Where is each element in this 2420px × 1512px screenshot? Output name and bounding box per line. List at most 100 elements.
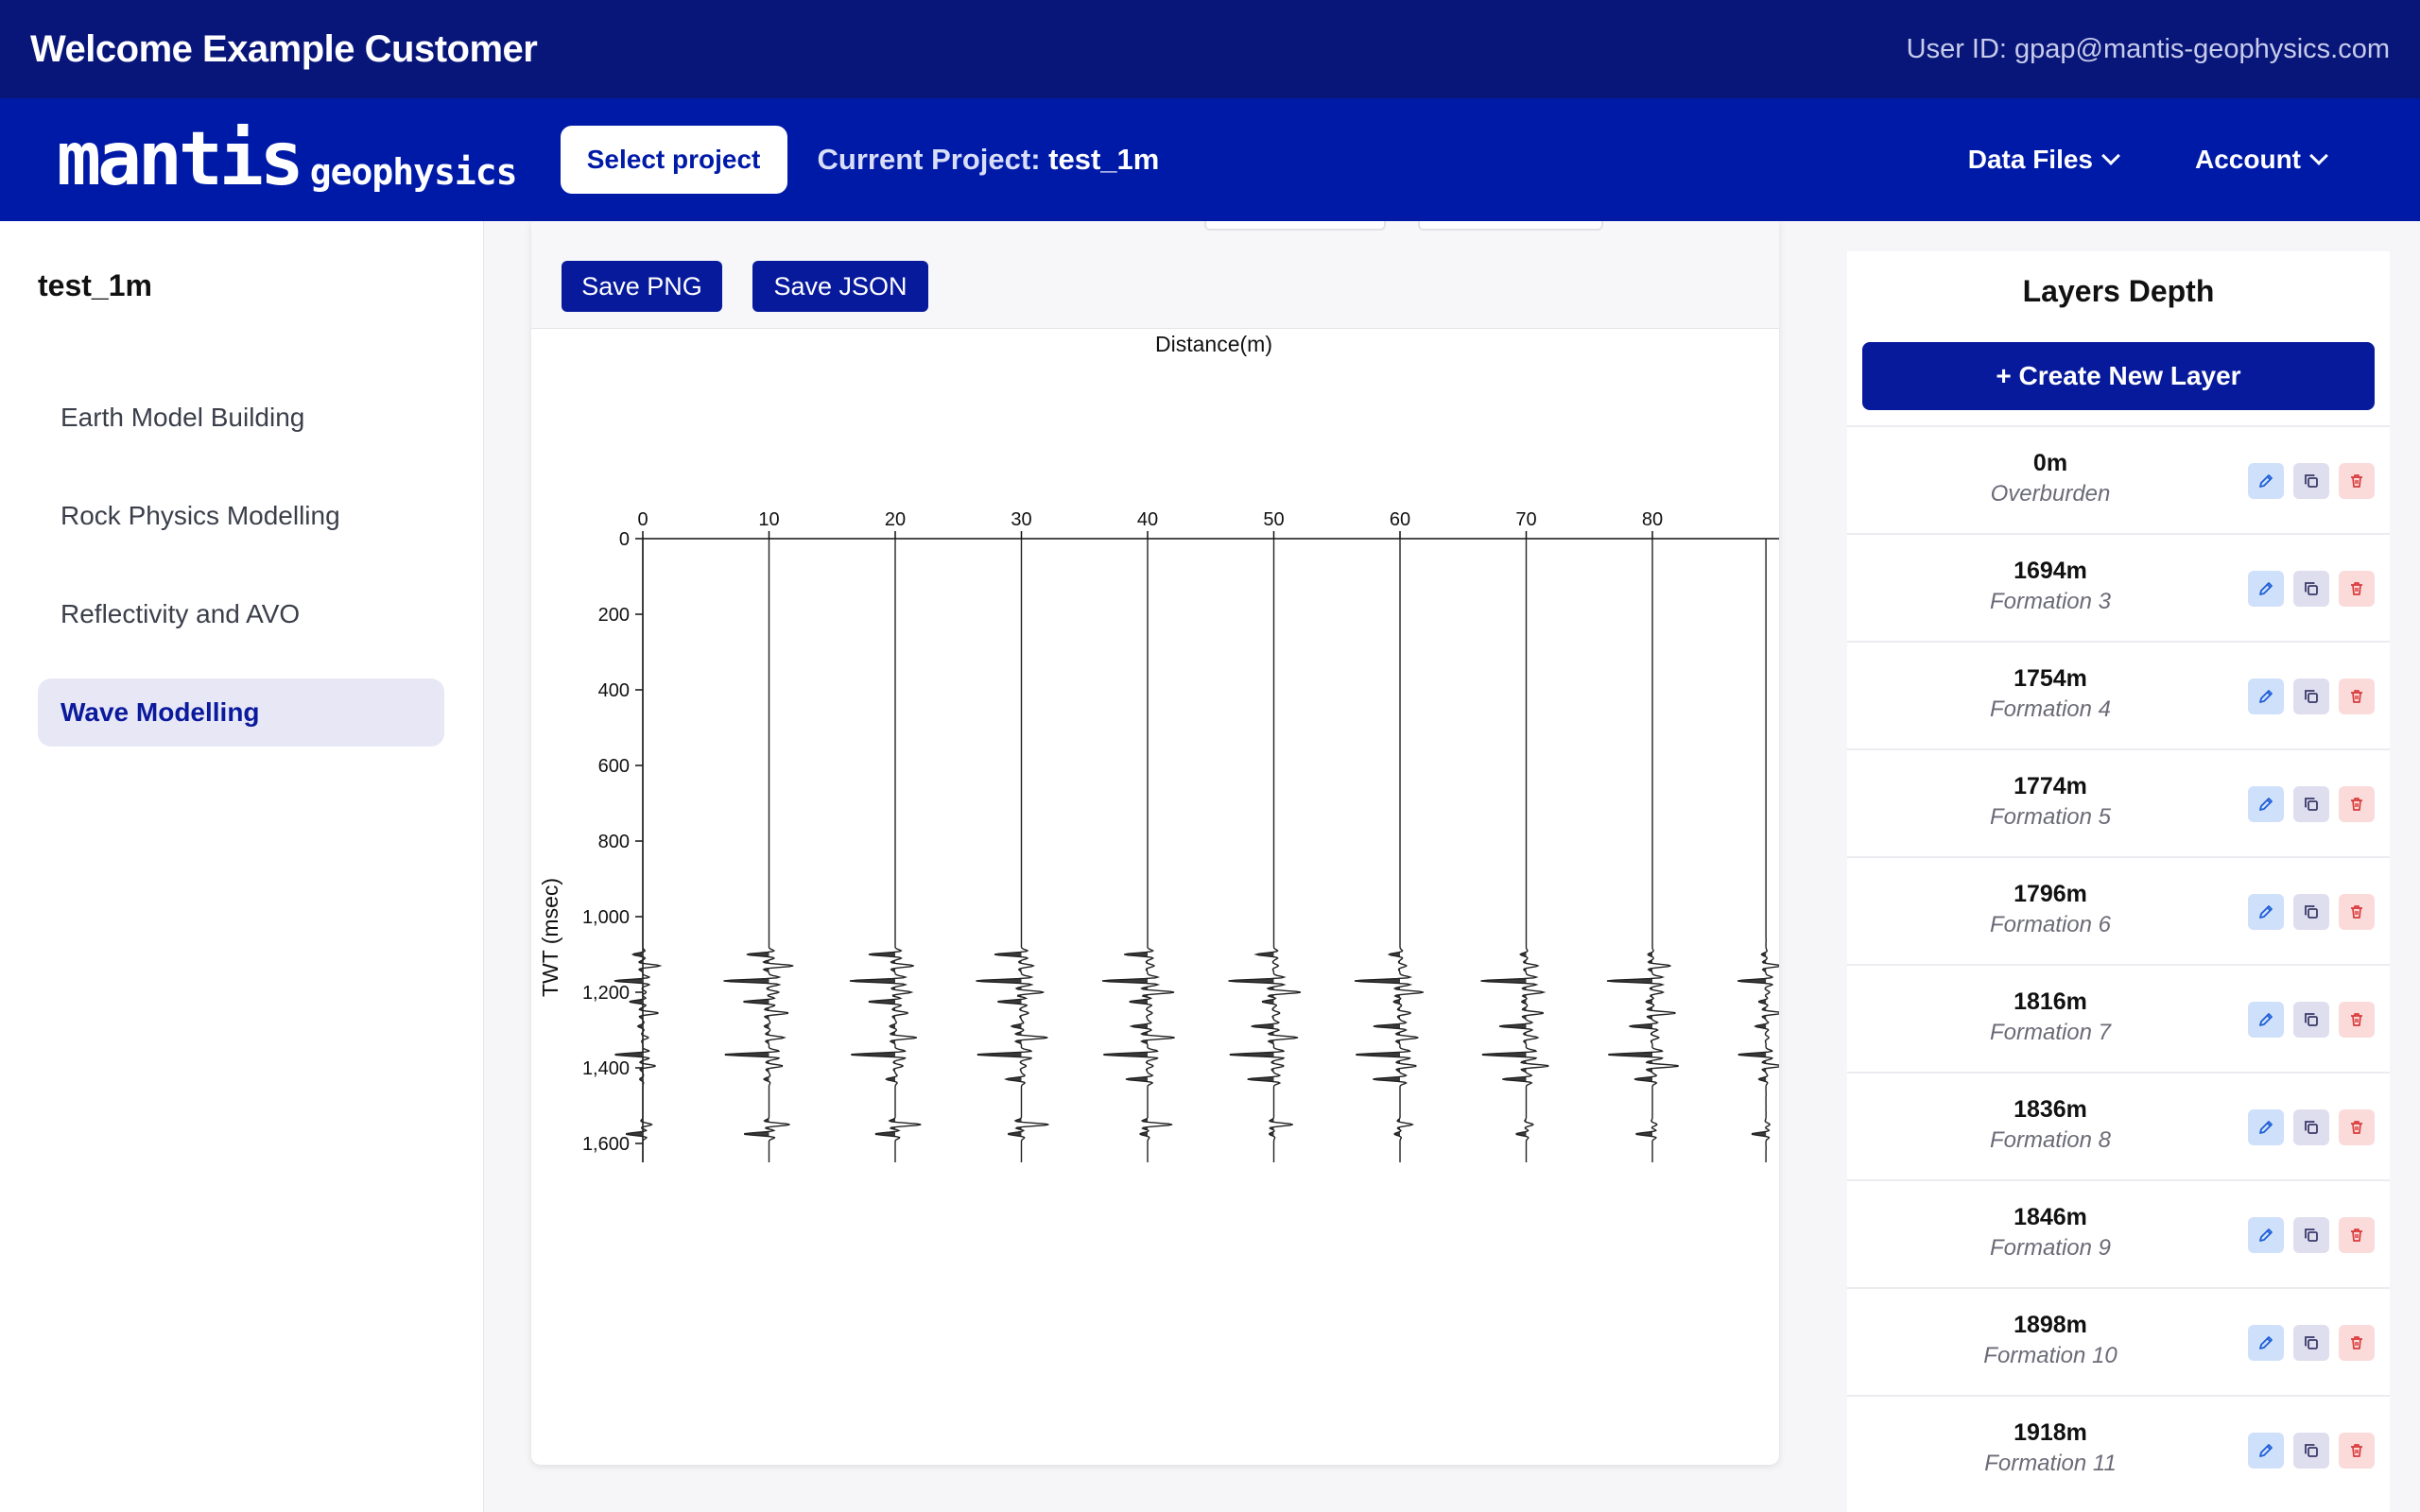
pencil-icon[interactable] [2248, 1109, 2284, 1145]
data-files-label: Data Files [1967, 145, 2093, 174]
sidebar-project-title: test_1m [38, 268, 152, 302]
seismic-trace [1606, 539, 1679, 1162]
trace-line [1737, 539, 1779, 1162]
save-json-button[interactable]: Save JSON [752, 261, 928, 312]
sidebar-item-earth-model-building[interactable]: Earth Model Building [38, 384, 444, 452]
layer-actions [2248, 1002, 2375, 1038]
trash-icon[interactable] [2339, 571, 2375, 607]
plot-panel: Save PNG Save JSON Distance(m) TWT (msec… [531, 221, 1779, 1465]
seismic-trace [1737, 539, 1779, 1162]
trash-icon[interactable] [2339, 1109, 2375, 1145]
pencil-icon[interactable] [2248, 894, 2284, 930]
layers-title: Layers Depth [2022, 274, 2215, 308]
pencil-icon[interactable] [2248, 571, 2284, 607]
trace-line [1228, 539, 1302, 1162]
layer-row[interactable]: 1816m Formation 7 [1847, 964, 2390, 1072]
copy-icon[interactable] [2293, 1217, 2329, 1253]
x-tick-label: 0 [637, 509, 648, 530]
layer-row[interactable]: 1796m Formation 6 [1847, 856, 2390, 964]
trash-icon[interactable] [2339, 1325, 2375, 1361]
create-new-layer-button[interactable]: + Create New Layer [1862, 342, 2375, 410]
sidebar-item-reflectivity-and-avo[interactable]: Reflectivity and AVO [38, 580, 444, 648]
layer-row[interactable]: 1774m Formation 5 [1847, 748, 2390, 856]
account-menu[interactable]: Account [2195, 145, 2328, 175]
copy-icon[interactable] [2293, 1109, 2329, 1145]
pencil-icon[interactable] [2248, 786, 2284, 822]
x-tick-label: 70 [1515, 509, 1536, 530]
trash-icon[interactable] [2339, 894, 2375, 930]
nav-menus: Data Files Account [1967, 145, 2328, 175]
trace-line [1606, 539, 1679, 1162]
layer-name: Formation 5 [1989, 804, 2112, 830]
layer-row[interactable]: 0m Overburden [1847, 425, 2390, 533]
layer-name: Formation 4 [1989, 696, 2112, 722]
main-content: Save PNG Save JSON Distance(m) TWT (msec… [484, 221, 1815, 1512]
layer-row[interactable]: 1898m Formation 10 [1847, 1287, 2390, 1395]
save-png-button[interactable]: Save PNG [562, 261, 722, 312]
layers-panel: Layers Depth + Create New Layer 0m Overbu… [1815, 221, 2420, 1512]
data-files-menu[interactable]: Data Files [1967, 145, 2120, 175]
layer-actions [2248, 679, 2375, 714]
copy-icon[interactable] [2293, 786, 2329, 822]
seismic-trace [1101, 539, 1175, 1162]
layers-card: Layers Depth + Create New Layer 0m Overbu… [1847, 251, 2390, 1512]
copy-icon[interactable] [2293, 1325, 2329, 1361]
trash-icon[interactable] [2339, 1217, 2375, 1253]
select-project-button[interactable]: Select project [560, 126, 787, 194]
chevron-down-icon [2309, 146, 2328, 165]
trash-icon[interactable] [2339, 786, 2375, 822]
y-tick-label: 1,000 [582, 907, 630, 928]
layer-row[interactable]: 1836m Formation 8 [1847, 1072, 2390, 1179]
copy-icon[interactable] [2293, 1002, 2329, 1038]
trace-line [976, 539, 1049, 1162]
layer-row[interactable]: 1846m Formation 9 [1847, 1179, 2390, 1287]
seismic-plot: Distance(m) TWT (msec) 0 10 20 30 40 50 60 70 80… [538, 332, 1779, 1162]
seismic-trace [849, 539, 922, 1162]
trace-fill [1102, 539, 1148, 1162]
current-project-value: test_1m [1048, 143, 1160, 176]
trace-fill [1737, 539, 1767, 1162]
layer-depth: 1918m [2014, 1419, 2087, 1446]
logo-sub: geophysics [309, 151, 518, 193]
layer-name: Formation 10 [1983, 1343, 2118, 1368]
copy-icon[interactable] [2293, 1433, 2329, 1469]
layer-row[interactable]: 1918m Formation 11 [1847, 1395, 2390, 1503]
trash-icon[interactable] [2339, 463, 2375, 499]
layer-row[interactable]: 1694m Formation 3 [1847, 533, 2390, 641]
layer-list: 0m Overburden 1694m Formation 3 1754m Formati… [1847, 425, 2390, 1503]
sidebar-item-wave-modelling[interactable]: Wave Modelling [38, 679, 444, 747]
copy-icon[interactable] [2293, 571, 2329, 607]
seismic-trace [1354, 539, 1424, 1162]
pencil-icon[interactable] [2248, 463, 2284, 499]
nav-bar: mantis geophysics Select project Current… [0, 98, 2420, 221]
pencil-icon[interactable] [2248, 679, 2284, 714]
x-tick-label: 20 [885, 509, 906, 530]
layer-row[interactable]: 1754m Formation 4 [1847, 641, 2390, 748]
trace-fill [850, 539, 895, 1162]
trace-fill [1607, 539, 1652, 1162]
pencil-icon[interactable] [2248, 1217, 2284, 1253]
copy-icon[interactable] [2293, 894, 2329, 930]
copy-icon[interactable] [2293, 463, 2329, 499]
seismic-trace [1480, 539, 1549, 1162]
sidebar-item-rock-physics-modelling[interactable]: Rock Physics Modelling [38, 482, 444, 550]
layer-name: Formation 3 [1989, 589, 2112, 614]
y-tick-label: 1,200 [582, 983, 630, 1004]
layer-actions [2248, 1433, 2375, 1469]
sidebar: test_1m Earth Model Building Rock Physic… [0, 221, 484, 1512]
pencil-icon[interactable] [2248, 1002, 2284, 1038]
copy-icon[interactable] [2293, 679, 2329, 714]
current-project-label: Current Project: [817, 143, 1041, 176]
x-tick-label: 10 [758, 509, 779, 530]
trash-icon[interactable] [2339, 1002, 2375, 1038]
y-tick-label: 600 [598, 756, 630, 777]
trash-icon[interactable] [2339, 679, 2375, 714]
layer-actions [2248, 1325, 2375, 1361]
pencil-icon[interactable] [2248, 1433, 2284, 1469]
top-bar: Welcome Example Customer User ID: gpap@m… [0, 0, 2420, 98]
logo[interactable]: mantis geophysics [57, 117, 518, 202]
trash-icon[interactable] [2339, 1433, 2375, 1469]
x-tick-label: 40 [1137, 509, 1158, 530]
pencil-icon[interactable] [2248, 1325, 2284, 1361]
layer-name: Formation 8 [1989, 1127, 2112, 1153]
